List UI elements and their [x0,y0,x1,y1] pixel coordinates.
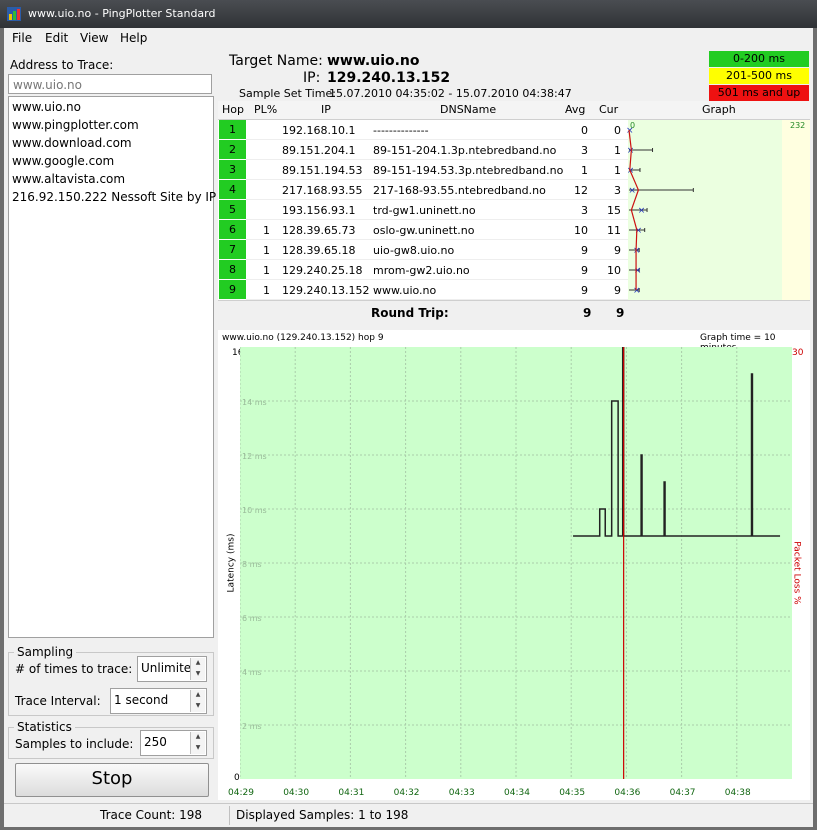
plot-area: 14 ms 12 ms 10 ms 8 ms 6 ms 4 ms 2 ms [239,346,792,779]
hop-latency-mini-graph: ××××××××× [626,126,694,296]
packet-loss-axis-label: Packet Loss % [791,541,802,605]
trace-count: Trace Count: 198 [100,808,203,822]
round-trip-label: Round Trip: [371,306,449,320]
legend-red: 501 ms and up [709,85,809,101]
list-item[interactable]: www.google.com [12,154,114,168]
legend-green: 0-200 ms [709,51,809,67]
round-trip-cur: 9 [616,306,625,320]
stop-button[interactable]: Stop [15,763,209,797]
y-tick-label: 2 ms [242,722,262,731]
x-tick-label: 04:38 [724,788,751,798]
times-stepper[interactable]: Unlimited ▲ ▼ [137,656,207,682]
displayed-samples: Displayed Samples: 1 to 198 [236,808,409,822]
address-input[interactable]: www.uio.no [8,74,212,94]
samples-value: 250 [144,735,167,749]
spin-buttons[interactable]: ▲ ▼ [190,658,205,680]
menu-help[interactable]: Help [120,31,147,45]
hop-table: Hop PL% IP DNSName Avg Cur Graph 0 232 1… [218,101,810,326]
x-tick-label: 04:30 [283,788,310,798]
x-tick-label: 04:32 [393,788,420,798]
packet-loss-max: 30 [792,348,804,358]
spin-buttons[interactable]: ▲ ▼ [190,690,205,712]
spin-down-icon[interactable]: ▼ [191,701,205,712]
spin-down-icon[interactable]: ▼ [191,669,205,680]
current-marker: × [633,246,641,256]
statistics-title: Statistics [14,720,75,734]
list-item[interactable]: www.uio.no [12,100,81,114]
samples-stepper[interactable]: 250 ▲ ▼ [140,730,207,756]
ip-value: 129.240.13.152 [327,70,451,86]
round-trip-row [218,301,810,326]
address-label: Address to Trace: [10,58,114,72]
times-label: # of times to trace: [15,662,133,676]
y-tick-label: 4 ms [242,668,262,677]
list-item[interactable]: www.download.com [12,136,132,150]
menu-file[interactable]: File [12,31,32,45]
current-marker: × [628,186,636,196]
target-name-value: www.uio.no [327,53,420,69]
ip-label: IP: [303,70,321,86]
x-tick-label: 04:29 [228,788,254,798]
target-name-label: Target Name: [229,53,323,69]
y-bottom-label: 0 [234,773,240,783]
legend-yellow: 201-500 ms [709,68,809,84]
graph-header: www.uio.no (129.240.13.152) hop 9 [222,333,384,343]
x-tick-label: 04:34 [504,788,530,798]
current-marker: × [638,206,646,216]
menu-bar: File Edit View Help [4,28,813,49]
menu-view[interactable]: View [80,31,108,45]
x-tick-label: 04:31 [338,788,365,798]
latency-series-line [573,346,781,537]
y-tick-label: 12 ms [242,452,267,461]
interval-select[interactable]: 1 second ▲ ▼ [110,688,207,714]
y-tick-label: 10 ms [242,506,267,515]
interval-value: 1 second [114,693,169,707]
spin-up-icon[interactable]: ▲ [191,658,205,669]
x-tick-label: 04:37 [669,788,696,798]
list-item[interactable]: www.altavista.com [12,172,125,186]
current-marker: × [633,286,641,296]
x-tick-label: 04:33 [448,788,475,798]
x-tick-label: 04:35 [559,788,586,798]
y-axis-label: Latency (ms) [226,533,237,593]
window-title: www.uio.no - PingPlotter Standard [28,7,216,20]
app-icon [6,6,22,22]
list-item[interactable]: 216.92.150.222 Nessoft Site by IP [12,190,216,204]
y-tick-label: 6 ms [242,614,262,623]
y-tick-label: 8 ms [242,560,262,569]
title-bar: www.uio.no - PingPlotter Standard [0,0,817,28]
menu-edit[interactable]: Edit [45,31,68,45]
spin-up-icon[interactable]: ▲ [191,732,205,743]
address-history-list[interactable]: www.uio.no www.pingplotter.com www.downl… [8,96,216,638]
sample-set-label: Sample Set Time: [239,87,336,100]
spin-up-icon[interactable]: ▲ [191,690,205,701]
latency-plot: 14 ms 12 ms 10 ms 8 ms 6 ms 4 ms 2 ms [239,346,792,779]
samples-label: Samples to include: [15,737,134,751]
x-tick-label: 04:36 [614,788,641,798]
sample-set-value: 15.07.2010 04:35:02 - 15.07.2010 04:38:4… [329,87,572,100]
spin-down-icon[interactable]: ▼ [191,743,205,754]
list-item[interactable]: www.pingplotter.com [12,118,139,132]
status-divider [229,806,230,825]
round-trip-avg: 9 [583,306,592,320]
spin-buttons[interactable]: ▲ ▼ [190,732,205,754]
y-tick-label: 14 ms [242,398,267,407]
current-marker: × [634,266,642,276]
interval-label: Trace Interval: [15,694,101,708]
latency-graph-panel[interactable]: www.uio.no (129.240.13.152) hop 9 Graph … [218,330,810,800]
status-bar: Trace Count: 198 Displayed Samples: 1 to… [4,803,813,827]
sampling-title: Sampling [14,645,77,659]
